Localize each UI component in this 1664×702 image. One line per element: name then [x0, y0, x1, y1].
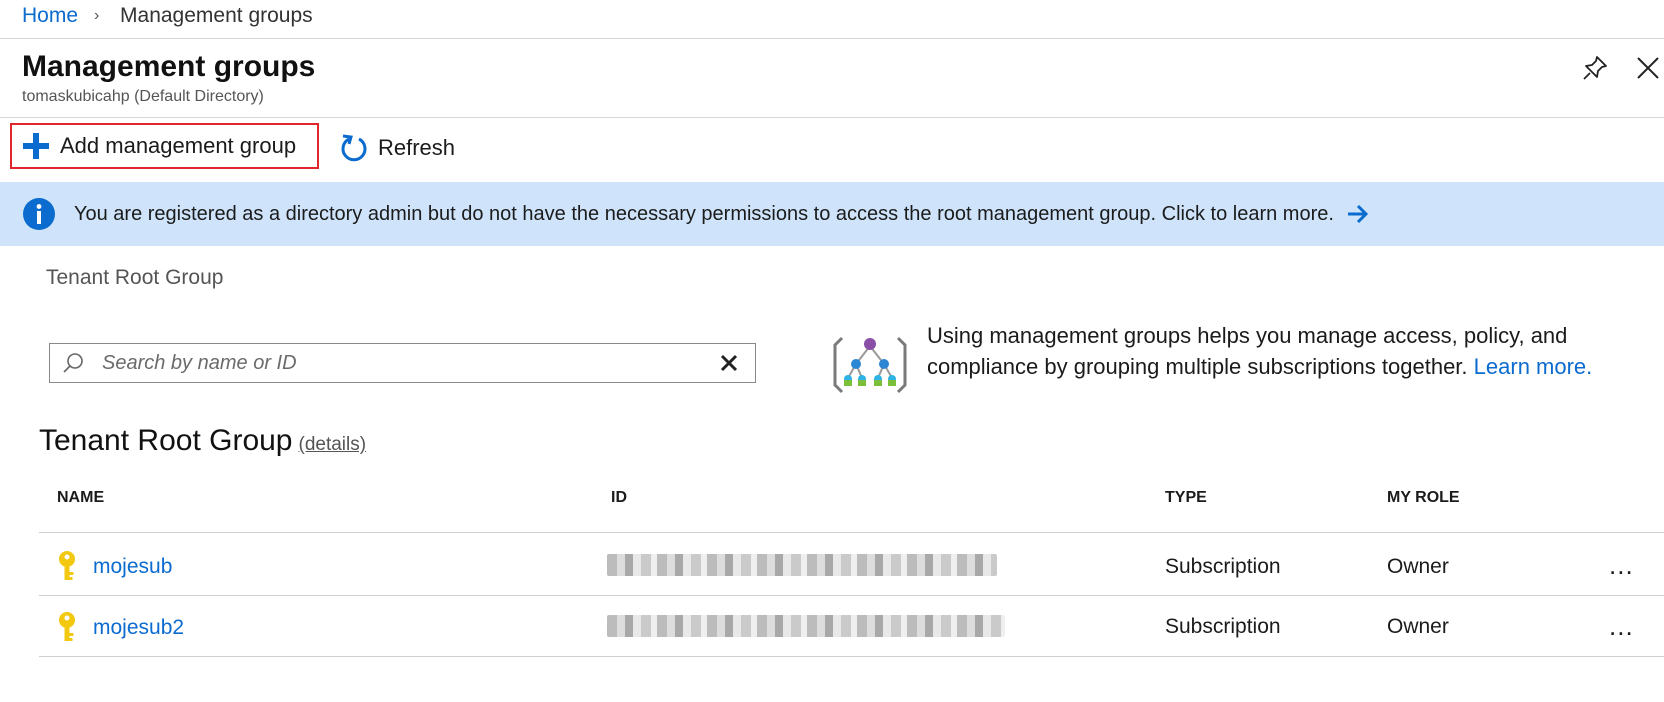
pin-icon[interactable] — [1581, 54, 1609, 82]
search-box — [49, 343, 756, 383]
clear-icon[interactable] — [719, 353, 739, 373]
breadcrumb: Home › Management groups — [22, 4, 313, 28]
table-header-divider — [39, 532, 1664, 533]
chevron-right-icon: › — [94, 7, 100, 24]
row-type: Subscription — [1165, 555, 1281, 578]
refresh-button[interactable]: Refresh — [340, 126, 455, 170]
page-subtitle: tomaskubicahp (Default Directory) — [22, 88, 264, 105]
column-header-role[interactable]: MY ROLE — [1387, 489, 1460, 507]
row-id-redacted — [607, 615, 1005, 637]
row-name-link[interactable]: mojesub2 — [93, 616, 184, 640]
scope-label: Tenant Root Group — [46, 266, 224, 289]
info-icon — [23, 198, 55, 230]
row-id-redacted — [607, 554, 997, 576]
group-heading: Tenant Root Group (details) — [39, 424, 366, 458]
refresh-label: Refresh — [378, 135, 456, 160]
close-icon[interactable] — [1634, 54, 1662, 82]
key-icon — [59, 551, 75, 580]
table-row-divider — [39, 595, 1664, 596]
column-header-type[interactable]: TYPE — [1165, 489, 1207, 507]
help-description: Using management groups helps you manage… — [927, 323, 1568, 379]
row-type: Subscription — [1165, 615, 1281, 638]
column-header-name[interactable]: NAME — [57, 489, 104, 507]
more-icon[interactable]: ... — [1609, 611, 1634, 642]
key-icon — [59, 612, 75, 641]
management-group-icon — [833, 336, 907, 394]
info-banner[interactable]: You are registered as a directory admin … — [0, 182, 1664, 246]
help-text: Using management groups helps you manage… — [927, 320, 1627, 382]
breadcrumb-current: Management groups — [120, 4, 313, 27]
row-role: Owner — [1387, 615, 1449, 638]
group-details-link[interactable]: (details) — [299, 434, 367, 456]
row-role: Owner — [1387, 555, 1449, 578]
search-input[interactable] — [100, 350, 719, 376]
arrow-right-icon[interactable] — [1346, 202, 1370, 226]
row-name-link[interactable]: mojesub — [93, 555, 172, 579]
banner-message: You are registered as a directory admin … — [74, 202, 1334, 225]
breadcrumb-divider — [0, 38, 1664, 39]
table-row-name[interactable]: mojesub2 — [55, 611, 184, 645]
search-icon — [63, 353, 83, 373]
column-header-id[interactable]: ID — [611, 489, 627, 507]
refresh-icon — [341, 134, 367, 162]
group-title: Tenant Root Group — [39, 424, 293, 457]
table-row-name[interactable]: mojesub — [55, 550, 172, 584]
header-divider — [0, 117, 1664, 118]
add-management-group-button[interactable]: Add management group — [10, 123, 319, 169]
page-title: Management groups — [22, 50, 316, 83]
breadcrumb-home-link[interactable]: Home — [22, 4, 78, 28]
table-row-divider — [39, 656, 1664, 657]
more-icon[interactable]: ... — [1609, 550, 1634, 581]
learn-more-link[interactable]: Learn more. — [1474, 354, 1593, 379]
plus-icon — [23, 133, 49, 159]
add-management-group-label: Add management group — [60, 133, 297, 158]
